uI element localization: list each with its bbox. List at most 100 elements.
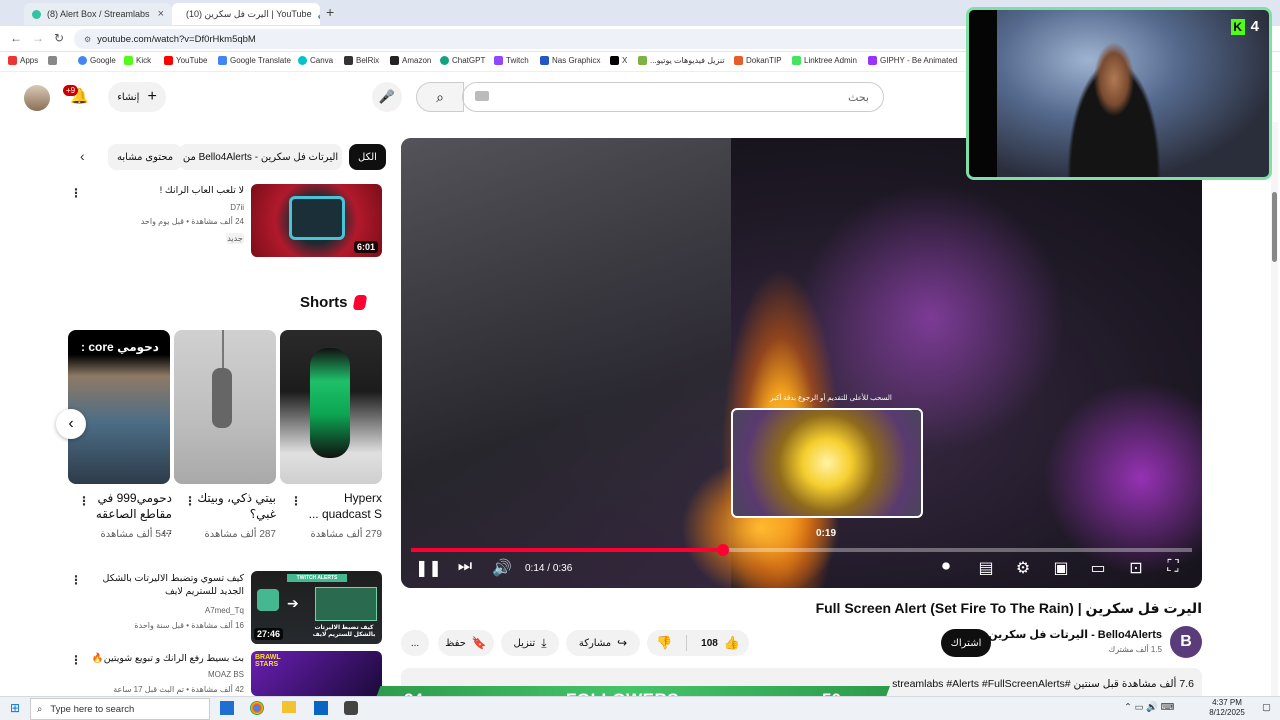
pause-icon[interactable]: ❚❚ xyxy=(415,558,442,578)
chip-from-channel[interactable]: من Bello4Alerts - اليرتات فل سكرين xyxy=(179,144,342,170)
short-thumbnail[interactable]: دحومي core : xyxy=(68,330,170,484)
share-icon: ↪ xyxy=(617,636,628,650)
related-channel[interactable]: D7ii xyxy=(90,202,244,213)
bookmark-kick[interactable]: Kick xyxy=(124,56,151,65)
more-options-icon[interactable]: ⋮ xyxy=(78,494,90,508)
short-title[interactable]: Hyperx quadcast S ... xyxy=(302,490,382,522)
channel-name[interactable]: Bello4Alerts - اليرتات فل سكرين xyxy=(988,628,1162,641)
search-icon: ⌕ xyxy=(37,703,43,715)
related-meta: 24 ألف مشاهدة • قبل يوم واحد xyxy=(140,217,244,226)
search-button[interactable]: ⌕ xyxy=(416,82,464,112)
like-icon[interactable]: 👍 xyxy=(724,635,740,651)
bookmark-x[interactable]: X xyxy=(610,56,627,65)
related-thumbnail[interactable]: BRAWL STARS xyxy=(251,651,382,696)
short-views: 279 ألف مشاهدة xyxy=(310,529,382,540)
video-player[interactable]: السحب للأعلى للتقديم أو الرجوع بدقة أكبر… xyxy=(401,138,1202,588)
volume-icon[interactable]: 🔊 xyxy=(489,558,515,578)
chrome-icon[interactable] xyxy=(250,701,264,715)
share-button[interactable]: مشاركة ↪ xyxy=(566,630,640,656)
related-channel[interactable]: MOAZ BS xyxy=(90,669,244,680)
bookmark-amazon[interactable]: Amazon xyxy=(390,56,431,65)
like-dislike-group: 👎 108 👍 xyxy=(647,630,749,656)
keyboard-icon[interactable] xyxy=(475,91,489,101)
bookmark-dokantip[interactable]: DokanTIP xyxy=(734,56,782,65)
reload-icon[interactable]: ↻ xyxy=(54,31,64,45)
dislike-icon[interactable]: 👎 xyxy=(656,635,672,651)
progress-bar[interactable] xyxy=(411,544,1192,556)
related-channel[interactable]: A7med_Tq xyxy=(90,605,244,616)
clock[interactable]: 4:37 PM 8/12/2025 xyxy=(1200,698,1254,719)
bookmark-chatgpt[interactable]: ChatGPT xyxy=(440,56,485,65)
more-options-icon[interactable]: ⋮ xyxy=(70,653,82,667)
chips-prev-icon[interactable]: ‹ xyxy=(80,148,85,164)
new-tab-button[interactable]: + xyxy=(326,4,334,20)
notifications-icon[interactable]: ▢ xyxy=(1262,702,1271,713)
bookmark-downloader[interactable]: تنزيل فيديوهات يوتيو... xyxy=(638,56,725,65)
bookmark-giphy[interactable]: GIPHY - Be Animated xyxy=(868,56,957,65)
short-thumbnail[interactable] xyxy=(280,330,382,484)
subtitles-icon[interactable]: ▤ xyxy=(973,558,999,578)
forward-icon[interactable]: → xyxy=(32,31,44,45)
back-icon[interactable]: ← xyxy=(10,31,22,45)
windows-start-icon[interactable]: ⊞ xyxy=(10,701,20,715)
monitor-mascot-image xyxy=(289,196,345,240)
bookmark-nas-graphicx[interactable]: Nas Graphicx xyxy=(540,56,600,65)
outlook-icon[interactable] xyxy=(314,701,328,715)
chip-related[interactable]: محتوى مشابه xyxy=(108,144,183,170)
more-options-icon[interactable]: ⋮ xyxy=(290,494,302,508)
bookmark-canva[interactable]: Canva xyxy=(298,56,333,65)
settings-icon[interactable]: ⚙ xyxy=(1010,558,1036,578)
bookmark-linktree[interactable]: Linktree Admin xyxy=(792,56,857,65)
fullscreen-icon[interactable]: ⛶ xyxy=(1160,558,1186,576)
more-options-icon[interactable]: ⋮ xyxy=(70,186,82,200)
autoplay-toggle-icon[interactable]: ⏺ xyxy=(932,558,960,576)
bookmark-google[interactable]: Google xyxy=(78,56,116,65)
taskview-icon[interactable] xyxy=(220,701,234,715)
like-count[interactable]: 108 xyxy=(701,638,718,649)
chip-all[interactable]: الكل xyxy=(349,144,386,170)
related-title[interactable]: بث بسيط رفع الرانك و تبويع شويتين🔥 xyxy=(90,653,244,666)
bookmark-youtube[interactable]: YouTube xyxy=(164,56,207,65)
url-input[interactable]: ⚙ youtube.com/watch?v=Df0rHkm5qbM xyxy=(74,29,974,49)
short-thumbnail[interactable] xyxy=(174,330,276,484)
tab-streamlabs[interactable]: (8) Alert Box / Streamlabs × xyxy=(24,3,172,25)
bookmark-grid[interactable] xyxy=(48,56,57,65)
tray-icons[interactable]: ⌃ ▭ 🔊 ⌨ xyxy=(1124,702,1174,713)
save-button[interactable]: حفظ 🔖 xyxy=(438,630,494,656)
download-button[interactable]: تنزيل ⤓ xyxy=(501,630,559,656)
related-title[interactable]: لا تلعب العاب الرانك ! xyxy=(90,185,244,198)
cam-edge xyxy=(969,10,997,177)
search-input[interactable]: بحث xyxy=(462,82,884,112)
file-explorer-icon[interactable] xyxy=(282,701,296,713)
tab-youtube[interactable]: YouTube | اليرت فل سكرين (10) 🔊 × xyxy=(172,3,320,25)
create-button[interactable]: إنشاء + xyxy=(108,82,166,112)
bookmark-belrix[interactable]: BelRix xyxy=(344,56,379,65)
shorts-heading: Shorts xyxy=(300,294,384,311)
page-scrollbar[interactable] xyxy=(1271,122,1278,696)
related-thumbnail[interactable]: 6:01 xyxy=(251,184,382,257)
cast-icon[interactable]: ⊡ xyxy=(1123,558,1149,578)
avatar[interactable] xyxy=(24,85,50,111)
subscribe-button[interactable]: اشتراك xyxy=(941,629,991,657)
related-thumbnail[interactable]: TWITCH ALERTS ➔ كيف تضبط الاليرتات بالشك… xyxy=(251,571,382,644)
more-options-icon[interactable]: ⋮ xyxy=(184,494,196,508)
divider xyxy=(686,635,688,651)
theater-mode-icon[interactable]: ▭ xyxy=(1085,558,1111,578)
scrollbar-thumb[interactable] xyxy=(1272,192,1277,262)
more-actions-button[interactable]: ... xyxy=(401,630,429,656)
bookmark-apps[interactable]: Apps xyxy=(8,56,38,65)
taskbar-search-input[interactable]: ⌕ Type here to search xyxy=(30,698,210,720)
related-title[interactable]: كيف تسوي وتضبط الاليرتات بالشكل الجديد ل… xyxy=(90,573,245,599)
bookmark-twitch[interactable]: Twitch xyxy=(494,56,529,65)
description-summary: 7.6 ألف مشاهدة قبل سنتين #streamlabs #Al… xyxy=(892,678,1194,690)
short-title[interactable]: بيتي ذكي، وبيتك غبي؟ xyxy=(196,490,276,522)
close-tab-icon[interactable]: × xyxy=(158,8,164,20)
microphone-icon[interactable]: 🎤 xyxy=(372,82,402,112)
bookmark-translate[interactable]: Google Translate xyxy=(218,56,291,65)
shorts-prev-icon[interactable]: ‹ xyxy=(56,409,86,439)
next-icon[interactable]: ⏭ xyxy=(452,558,478,576)
app-icon[interactable] xyxy=(344,701,358,715)
channel-avatar[interactable]: B xyxy=(1170,626,1202,658)
more-options-icon[interactable]: ⋮ xyxy=(70,573,82,587)
miniplayer-icon[interactable]: ▣ xyxy=(1048,558,1074,578)
